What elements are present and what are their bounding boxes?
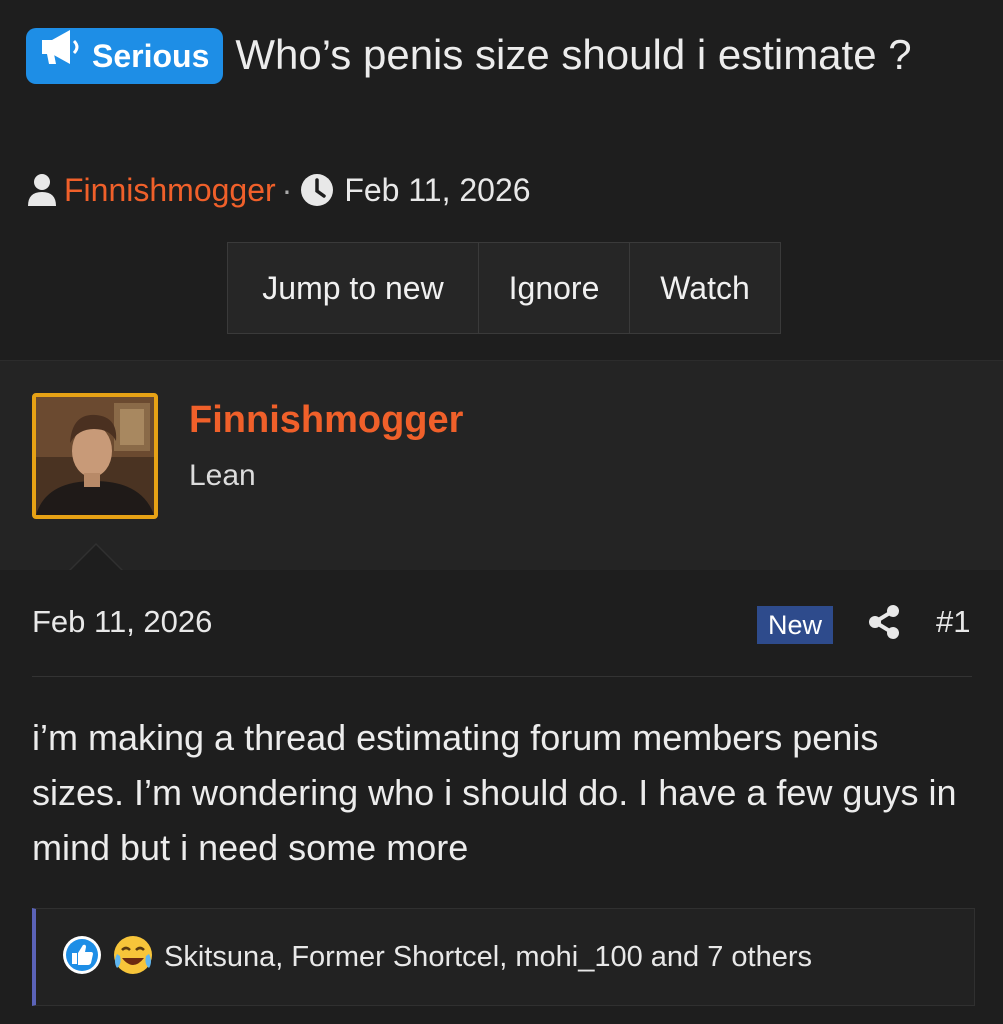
post-number-link[interactable]: #1 — [936, 604, 970, 640]
clock-icon — [300, 173, 334, 207]
share-icon[interactable] — [866, 604, 902, 640]
panel-arrow — [68, 545, 124, 573]
watch-button[interactable]: Watch — [630, 243, 780, 333]
post-date[interactable]: Feb 11, 2026 — [32, 604, 212, 640]
ignore-button[interactable]: Ignore — [479, 243, 630, 333]
forum-thread-page: Serious Who’s penis size should i estima… — [0, 0, 1003, 1024]
avatar[interactable] — [32, 393, 158, 519]
laugh-icon — [112, 934, 154, 981]
reactions-list[interactable]: Skitsuna, Former Shortcel, mohi_100 and … — [164, 941, 812, 974]
post-body: Feb 11, 2026 New #1 i’m making a thread … — [0, 570, 1003, 1024]
prefix-label: Serious — [92, 38, 210, 74]
reactions-bar[interactable]: Skitsuna, Former Shortcel, mohi_100 and … — [32, 908, 975, 1006]
like-icon — [62, 935, 102, 980]
thread-title-text: Who’s penis size should i estimate ? — [235, 31, 912, 78]
user-title: Lean — [189, 459, 256, 492]
post-user-panel: Finnishmogger Lean — [0, 360, 1003, 573]
thread-title: Serious Who’s penis size should i estima… — [26, 26, 986, 84]
post-username[interactable]: Finnishmogger — [189, 399, 463, 442]
thread-date[interactable]: Feb 11, 2026 — [344, 172, 530, 209]
post-message: i’m making a thread estimating forum mem… — [32, 717, 957, 868]
prefix-badge[interactable]: Serious — [26, 27, 224, 85]
thread-meta: Finnishmogger · Feb 11, 2026 — [26, 168, 531, 212]
megaphone-icon — [38, 27, 82, 85]
post-divider — [32, 676, 972, 677]
thread-action-bar: Jump to new Ignore Watch — [227, 242, 781, 334]
meta-separator: · — [281, 171, 293, 208]
user-icon — [26, 173, 58, 207]
thread-author-link[interactable]: Finnishmogger — [64, 172, 276, 209]
reaction-icons — [62, 934, 154, 981]
jump-to-new-button[interactable]: Jump to new — [228, 243, 479, 333]
new-badge: New — [757, 606, 834, 644]
thread-header: Serious Who’s penis size should i estima… — [0, 0, 1003, 360]
